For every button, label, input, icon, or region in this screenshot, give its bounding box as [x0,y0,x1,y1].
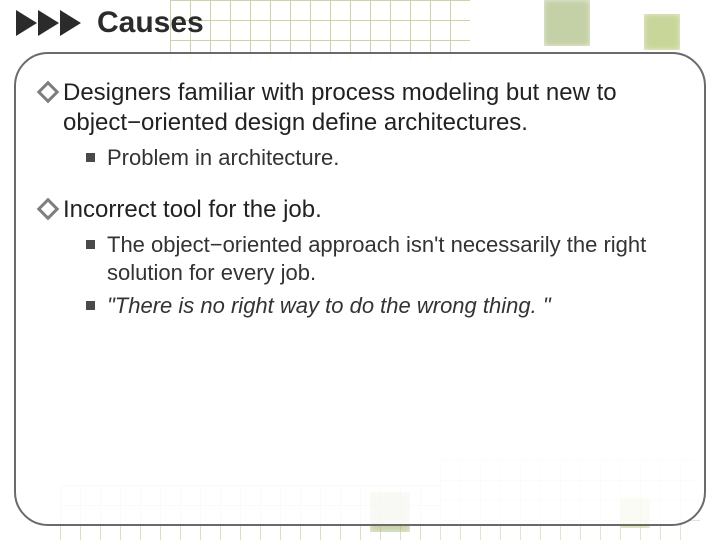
square-bullet-icon [86,153,95,162]
diamond-bullet-icon [40,84,56,100]
list-item-text: Problem in architecture. [107,144,339,173]
slide-content: Designers familiar with process modeling… [40,78,680,342]
list-item: "There is no right way to do the wrong t… [86,292,680,321]
list-item: Designers familiar with process modeling… [40,78,680,138]
sublist: Problem in architecture. [86,144,680,173]
sublist: The object−oriented approach isn't neces… [86,231,680,321]
square-bullet-icon [86,301,95,310]
list-item-text: "There is no right way to do the wrong t… [107,292,551,321]
list-item: Incorrect tool for the job. [40,195,680,225]
list-item-text: Incorrect tool for the job. [63,195,322,225]
diamond-bullet-icon [40,201,56,217]
list-item-text: Designers familiar with process modeling… [63,78,680,138]
list-item: Problem in architecture. [86,144,680,173]
slide-title: Causes [97,6,204,40]
square-bullet-icon [86,240,95,249]
arrow-bullets-icon [16,10,81,36]
list-item-text: The object−oriented approach isn't neces… [107,231,680,288]
list-item: The object−oriented approach isn't neces… [86,231,680,288]
title-row: Causes [14,6,204,40]
